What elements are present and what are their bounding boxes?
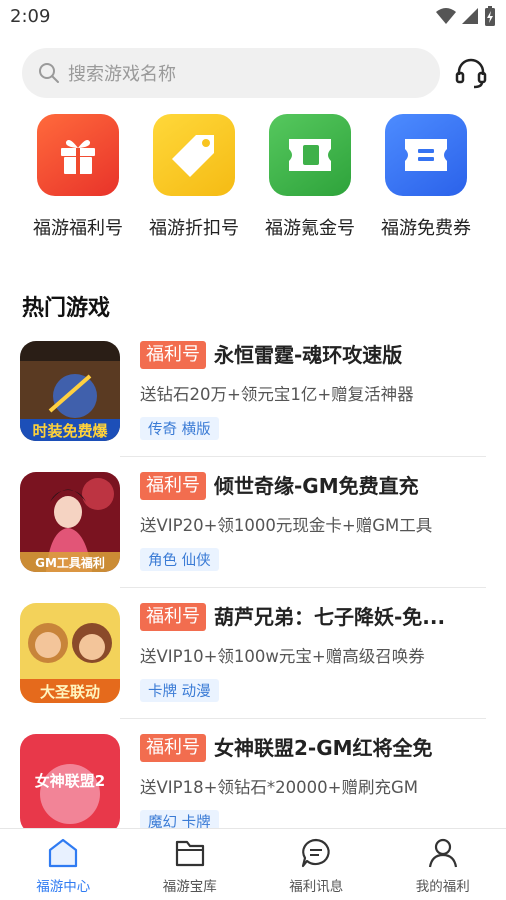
category-welfare-account[interactable]: 福游福利号	[20, 114, 136, 240]
genre-tag: 卡牌 动漫	[140, 679, 219, 702]
svg-text:女神联盟2: 女神联盟2	[35, 772, 105, 790]
tab-label: 福游中心	[36, 879, 91, 895]
game-title: 永恒雷霆-魂环攻速版	[214, 343, 403, 367]
gift-icon	[37, 114, 119, 196]
svg-text:时装免费爆: 时装免费爆	[32, 422, 108, 440]
divider	[120, 718, 486, 719]
status-bar: 2:09	[0, 0, 506, 34]
status-icons	[436, 6, 496, 26]
game-title: 葫芦兄弟：七子降妖-免...	[214, 605, 446, 629]
category-free-coupon[interactable]: 福游免费券	[368, 114, 484, 240]
game-description: 送VIP20+领1000元现金卡+赠GM工具	[140, 516, 433, 535]
tab-my-welfare[interactable]: 我的福利	[380, 829, 506, 900]
tab-label: 我的福利	[415, 879, 470, 895]
game-title: 倾世奇缘-GM免费直充	[214, 474, 419, 498]
category-label: 福游免费券	[381, 218, 471, 239]
search-input[interactable]: 搜索游戏名称	[22, 48, 440, 98]
status-time: 2:09	[10, 6, 51, 27]
category-label: 福游折扣号	[149, 218, 239, 239]
welfare-tag: 福利号	[140, 341, 206, 369]
genre-tags: 角色 仙侠	[140, 548, 219, 571]
ticket-icon	[269, 114, 351, 196]
tab-news[interactable]: 福利讯息	[253, 829, 380, 900]
game-thumbnail: GM工具福利	[20, 472, 120, 572]
headset-icon	[455, 58, 487, 89]
game-list-item[interactable]: GM工具福利 福利号 倾世奇缘-GM免费直充 送VIP20+领1000元现金卡+…	[0, 472, 506, 602]
battery-icon	[485, 6, 495, 26]
game-thumbnail: 时装免费爆	[20, 341, 120, 441]
genre-tag: 传奇 横版	[140, 417, 219, 440]
chat-icon	[302, 838, 330, 868]
category-label: 福游福利号	[33, 218, 123, 239]
genre-tag: 角色 仙侠	[140, 548, 219, 571]
tab-label: 福利讯息	[289, 879, 344, 895]
bottom-tab-bar: 福游中心 福游宝库 福利讯息 我的福利	[0, 828, 506, 900]
tab-treasury[interactable]: 福游宝库	[127, 829, 254, 900]
game-description: 送VIP10+领100w元宝+赠高级召唤券	[140, 647, 425, 666]
section-title: 热门游戏	[22, 296, 111, 321]
coupon-icon	[385, 114, 467, 196]
game-list-item[interactable]: 时装免费爆 福利号 永恒雷霆-魂环攻速版 送钻石20万+领元宝1亿+赠复活神器 …	[0, 341, 506, 471]
game-description: 送钻石20万+领元宝1亿+赠复活神器	[140, 385, 414, 404]
game-list-item[interactable]: 大圣联动 福利号 葫芦兄弟：七子降妖-免... 送VIP10+领100w元宝+赠…	[0, 603, 506, 733]
category-label: 福游氪金号	[265, 218, 355, 239]
game-description: 送VIP18+领钻石*20000+赠刷充GM	[140, 778, 419, 797]
game-thumbnail: 大圣联动	[20, 603, 120, 703]
welfare-tag: 福利号	[140, 603, 206, 631]
welfare-tag: 福利号	[140, 472, 206, 500]
user-icon	[428, 838, 457, 868]
tab-home[interactable]: 福游中心	[0, 829, 127, 900]
divider	[120, 587, 486, 588]
customer-service-button[interactable]	[452, 54, 490, 92]
category-discount-account[interactable]: 福游折扣号	[136, 114, 252, 240]
price-tag-icon	[153, 114, 235, 196]
divider	[120, 456, 486, 457]
genre-tags: 传奇 横版	[140, 417, 219, 440]
home-icon	[49, 838, 78, 868]
tab-label: 福游宝库	[162, 879, 217, 895]
genre-tags: 卡牌 动漫	[140, 679, 219, 702]
category-krypton-account[interactable]: 福游氪金号	[252, 114, 368, 240]
category-grid: 福游福利号 福游折扣号 福游氪金号 福游免费券	[0, 114, 506, 244]
game-thumbnail: 女神联盟2	[20, 734, 120, 834]
game-title: 女神联盟2-GM红将全免	[214, 736, 433, 760]
svg-text:大圣联动: 大圣联动	[40, 683, 100, 701]
svg-text:GM工具福利: GM工具福利	[35, 555, 105, 570]
search-icon	[39, 63, 59, 83]
wifi-icon	[436, 8, 456, 24]
signal-icon	[462, 8, 478, 24]
welfare-tag: 福利号	[140, 734, 206, 762]
search-placeholder: 搜索游戏名称	[68, 64, 176, 85]
folder-icon	[175, 840, 204, 867]
